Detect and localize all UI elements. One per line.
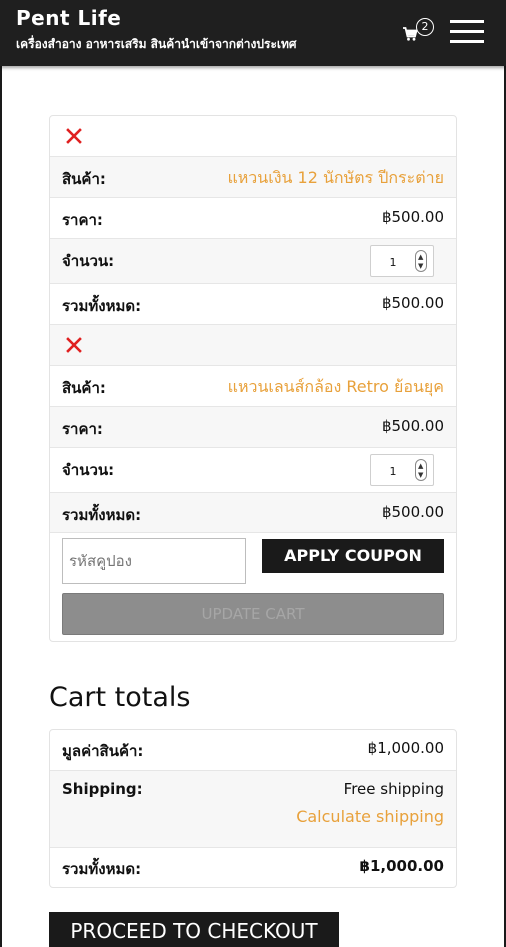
quantity-value: 1 (389, 465, 397, 478)
spin-up-icon[interactable]: ▲ (418, 254, 423, 261)
product-label: สินค้า: (62, 379, 106, 397)
price-label: ราคา: (62, 420, 103, 438)
product-name-link[interactable]: แหวนเงิน 12 นักษัตร ปีกระต่าย (227, 166, 444, 191)
calculate-shipping-link[interactable]: Calculate shipping (296, 807, 444, 826)
quantity-spinner[interactable]: ▲ ▼ (415, 459, 427, 481)
cart-item-subtotal-row: รวมทั้งหมด: ฿500.00 (50, 283, 456, 324)
cart-item-price-row: ราคา: ฿500.00 (50, 406, 456, 447)
update-cart-button[interactable]: UPDATE CART (62, 593, 444, 635)
cart-item-quantity-row: จำนวน: 1 ▲ ▼ (50, 447, 456, 492)
product-name-link[interactable]: แหวนเลนส์กล้อง Retro ย้อนยุค (228, 375, 444, 400)
quantity-spinner[interactable]: ▲ ▼ (415, 250, 427, 272)
apply-coupon-button[interactable]: APPLY COUPON (262, 539, 444, 573)
cart-totals-table: มูลค่าสินค้า: ฿1,000.00 Shipping: Free s… (49, 729, 457, 888)
totals-shipping-row: Shipping: Free shipping Calculate shippi… (50, 770, 456, 847)
price-value: ฿500.00 (381, 208, 444, 226)
product-label: สินค้า: (62, 170, 106, 188)
page-edge-left (0, 66, 2, 947)
shipping-value: Free shipping (343, 780, 444, 798)
cart-item-product-row: สินค้า: แหวนเงิน 12 นักษัตร ปีกระต่าย (50, 156, 456, 197)
order-total-value: ฿1,000.00 (359, 857, 444, 875)
quantity-stepper[interactable]: 1 ▲ ▼ (370, 454, 434, 486)
cart-item-quantity-row: จำนวน: 1 ▲ ▼ (50, 238, 456, 283)
site-title[interactable]: Pent Life (16, 6, 121, 30)
quantity-stepper[interactable]: 1 ▲ ▼ (370, 245, 434, 277)
subtotal-label: รวมทั้งหมด: (62, 506, 142, 524)
totals-total-row: รวมทั้งหมด: ฿1,000.00 (50, 847, 456, 887)
quantity-label: จำนวน: (62, 252, 115, 270)
subtotal-label: รวมทั้งหมด: (62, 297, 142, 315)
spin-down-icon[interactable]: ▼ (418, 263, 423, 270)
cart-count-badge: 2 (416, 18, 434, 36)
subtotal-value: ฿500.00 (381, 503, 444, 521)
spin-down-icon[interactable]: ▼ (418, 472, 423, 479)
cart-item-product-row: สินค้า: แหวนเลนส์กล้อง Retro ย้อนยุค (50, 365, 456, 406)
totals-subtotal-label: มูลค่าสินค้า: (62, 742, 144, 760)
cart-table: สินค้า: แหวนเงิน 12 นักษัตร ปีกระต่าย รา… (49, 115, 457, 642)
order-total-label: รวมทั้งหมด: (62, 860, 142, 878)
cart-item-remove-row (50, 116, 456, 156)
spin-up-icon[interactable]: ▲ (418, 463, 423, 470)
actions-divider (50, 532, 456, 533)
quantity-value: 1 (389, 256, 397, 269)
cart-item-subtotal-row: รวมทั้งหมด: ฿500.00 (50, 492, 456, 532)
subtotal-value: ฿500.00 (381, 294, 444, 312)
remove-item-icon[interactable] (64, 335, 84, 355)
hamburger-menu-icon[interactable] (450, 20, 484, 44)
site-tagline: เครื่องสำอาง อาหารเสริม สินค้านำเข้าจากต… (16, 37, 297, 51)
totals-subtotal-row: มูลค่าสินค้า: ฿1,000.00 (50, 730, 456, 770)
site-header: Pent Life เครื่องสำอาง อาหารเสริม สินค้า… (0, 0, 506, 66)
quantity-label: จำนวน: (62, 461, 115, 479)
totals-subtotal-value: ฿1,000.00 (367, 739, 444, 757)
remove-item-icon[interactable] (64, 126, 84, 146)
shipping-label: Shipping: (62, 780, 143, 798)
header-cart-link[interactable]: 2 (402, 18, 436, 46)
cart-totals-title: Cart totals (49, 682, 191, 713)
proceed-to-checkout-button[interactable]: PROCEED TO CHECKOUT (49, 912, 339, 947)
price-label: ราคา: (62, 211, 103, 229)
coupon-code-input[interactable] (62, 538, 246, 584)
cart-item-remove-row (50, 324, 456, 365)
cart-item-price-row: ราคา: ฿500.00 (50, 197, 456, 238)
price-value: ฿500.00 (381, 417, 444, 435)
